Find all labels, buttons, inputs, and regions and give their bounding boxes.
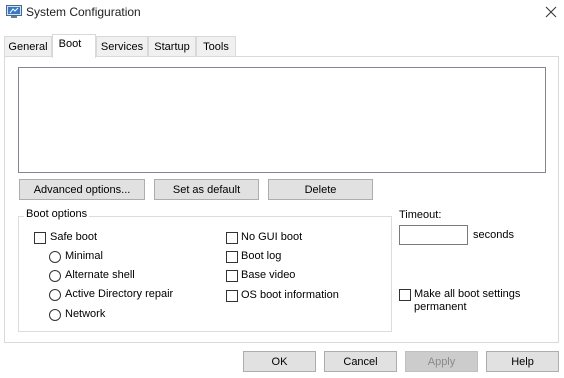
ok-button[interactable]: OK	[243, 351, 316, 372]
delete-button[interactable]: Delete	[268, 179, 373, 200]
button-label: OK	[271, 355, 288, 368]
apply-button[interactable]: Apply	[405, 351, 478, 372]
minimal-radio[interactable]	[49, 251, 61, 263]
tab-label: General	[8, 40, 48, 53]
button-label: Delete	[304, 183, 337, 196]
minimal-label: Minimal	[65, 250, 103, 262]
make-permanent-label-line2: permanent	[414, 301, 467, 313]
system-configuration-icon	[6, 5, 22, 19]
tab-label: Boot	[58, 37, 82, 50]
timeout-label: Timeout:	[399, 209, 442, 221]
tab-general[interactable]: General	[4, 36, 52, 56]
advanced-options-button[interactable]: Advanced options...	[19, 179, 145, 200]
alternate-shell-label: Alternate shell	[65, 269, 135, 281]
network-label: Network	[65, 308, 106, 320]
tab-label: Services	[100, 40, 144, 53]
tab-services[interactable]: Services	[96, 36, 148, 56]
button-label: Advanced options...	[33, 183, 131, 196]
boot-options-label: Boot options	[24, 208, 90, 220]
base-video-checkbox[interactable]	[226, 270, 238, 282]
tab-tools[interactable]: Tools	[196, 36, 236, 56]
tab-label: Tools	[203, 40, 229, 53]
no-gui-boot-checkbox[interactable]	[226, 232, 238, 244]
help-button[interactable]: Help	[486, 351, 559, 372]
os-boot-information-label: OS boot information	[241, 289, 339, 301]
tab-boot[interactable]: Boot	[52, 34, 96, 58]
tab-startup[interactable]: Startup	[148, 36, 196, 56]
safe-boot-checkbox[interactable]	[34, 232, 46, 244]
close-icon[interactable]	[538, 0, 564, 24]
alternate-shell-radio[interactable]	[49, 270, 61, 282]
safe-boot-label: Safe boot	[50, 231, 98, 243]
set-as-default-button[interactable]: Set as default	[154, 179, 259, 200]
network-radio[interactable]	[49, 309, 61, 321]
boot-log-checkbox[interactable]	[226, 251, 238, 263]
button-label: Help	[511, 355, 534, 368]
os-list-box[interactable]	[18, 67, 546, 173]
os-boot-information-checkbox[interactable]	[226, 290, 238, 302]
make-permanent-checkbox[interactable]	[399, 289, 411, 301]
active-directory-repair-radio[interactable]	[49, 289, 61, 301]
active-directory-repair-label: Active Directory repair	[65, 288, 174, 300]
cancel-button[interactable]: Cancel	[324, 351, 397, 372]
timeout-input[interactable]	[399, 225, 468, 245]
base-video-label: Base video	[241, 269, 296, 281]
button-label: Set as default	[172, 183, 241, 196]
button-label: Cancel	[343, 355, 378, 368]
boot-log-label: Boot log	[241, 250, 282, 262]
tab-label: Startup	[154, 40, 190, 53]
no-gui-boot-label: No GUI boot	[241, 231, 303, 243]
title-bar[interactable]: System Configuration	[0, 0, 564, 26]
seconds-label: seconds	[473, 229, 514, 241]
make-permanent-label-line1: Make all boot settings	[414, 288, 521, 300]
button-label: Apply	[427, 355, 456, 368]
window-title: System Configuration	[26, 5, 141, 19]
